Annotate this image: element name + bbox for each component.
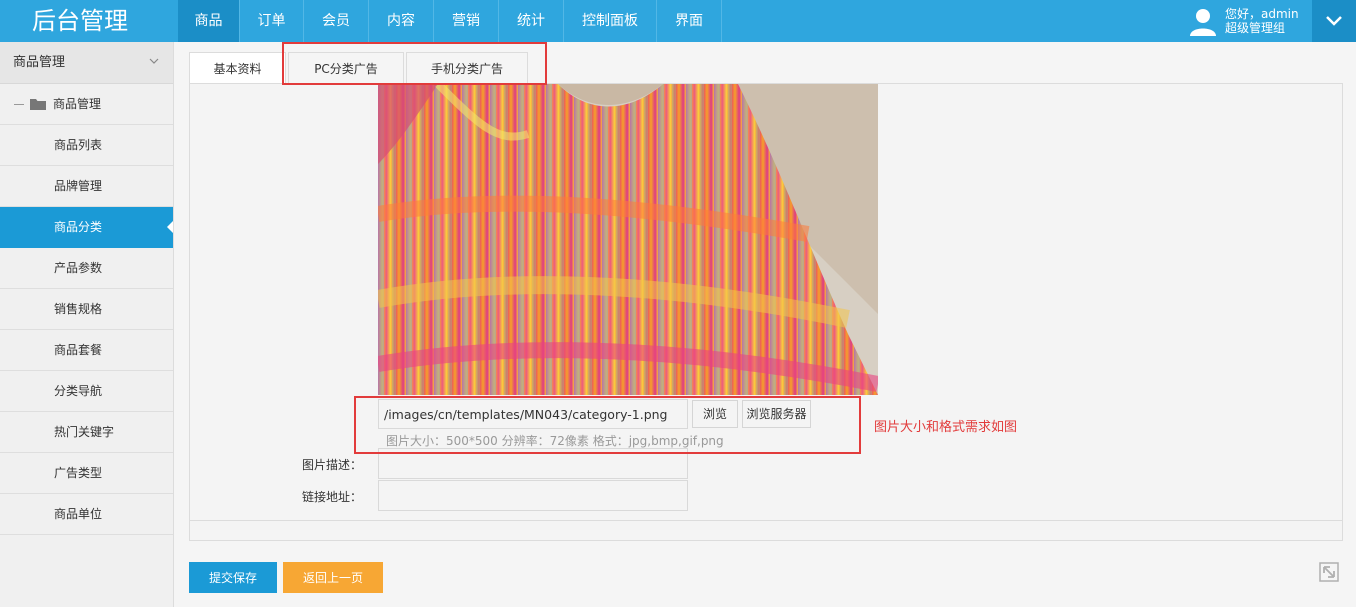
sidebar-item-specs[interactable]: 销售规格 [0, 289, 173, 330]
sidebar-item-label: 分类导航 [54, 384, 103, 398]
browse-button[interactable]: 浏览 [692, 400, 738, 428]
back-button[interactable]: 返回上一页 [283, 562, 383, 593]
sidebar-item-units[interactable]: 商品单位 [0, 494, 173, 535]
panel-footer [190, 520, 1342, 540]
sidebar-group-label: 商品管理 [53, 96, 102, 111]
sidebar-header[interactable]: 商品管理 [0, 42, 173, 84]
main-nav: 商品 订单 会员 内容 营销 统计 控制面板 界面 [178, 0, 722, 42]
active-notch [167, 221, 173, 233]
sidebar-item-label: 产品参数 [54, 261, 103, 275]
sidebar-item-label: 商品分类 [54, 220, 103, 234]
user-avatar-icon [1190, 9, 1216, 36]
tab-bar: 基本资料 PC分类广告 手机分类广告 [189, 52, 530, 84]
sidebar-header-label: 商品管理 [13, 55, 66, 70]
sidebar-item-label: 销售规格 [54, 302, 103, 316]
collapse-dash-icon [14, 103, 24, 105]
image-size-hint: 图片大小：500*500 分辨率：72像素 格式：jpg,bmp,gif,png [386, 434, 724, 448]
nav-item-content[interactable]: 内容 [369, 0, 434, 42]
image-description-label: 图片描述： [302, 458, 363, 472]
sidebar-item-parameters[interactable]: 产品参数 [0, 248, 173, 289]
sidebar-item-label: 商品单位 [54, 507, 103, 521]
user-role: 超级管理组 [1225, 21, 1286, 35]
link-url-input[interactable] [378, 480, 688, 511]
main-content: 基本资料 PC分类广告 手机分类广告 /images/cn/templates/… [174, 42, 1356, 607]
browse-server-button[interactable]: 浏览服务器 [742, 400, 811, 428]
submit-save-button[interactable]: 提交保存 [189, 562, 277, 593]
app-logo: 后台管理 [32, 7, 128, 35]
sidebar-item-ad-types[interactable]: 广告类型 [0, 453, 173, 494]
dress-photo-image [378, 84, 878, 395]
category-image-preview [378, 84, 878, 395]
sidebar-item-label: 热门关键字 [54, 425, 115, 439]
nav-item-marketing[interactable]: 营销 [434, 0, 499, 42]
image-description-input[interactable] [378, 448, 688, 479]
tab-pc-category-ad[interactable]: PC分类广告 [288, 52, 404, 84]
user-info[interactable]: 您好，admin 超级管理组 [1188, 5, 1299, 37]
link-url-label: 链接地址： [302, 490, 363, 504]
nav-item-statistics[interactable]: 统计 [499, 0, 564, 42]
sidebar-item-brands[interactable]: 品牌管理 [0, 166, 173, 207]
sidebar-item-category-nav[interactable]: 分类导航 [0, 371, 173, 412]
sidebar-group-products[interactable]: 商品管理 [0, 84, 173, 125]
sidebar: 商品管理 商品管理 商品列表 品牌管理 商品分类 产品参数 销售规格 商品套餐 … [0, 42, 174, 607]
nav-item-orders[interactable]: 订单 [240, 0, 304, 42]
chevron-down-icon [1326, 16, 1342, 26]
nav-item-members[interactable]: 会员 [304, 0, 369, 42]
top-bar: 后台管理 商品 订单 会员 内容 营销 统计 控制面板 界面 您好，admin … [0, 0, 1356, 42]
resize-corner-icon[interactable] [1318, 561, 1340, 583]
sidebar-item-label: 品牌管理 [54, 179, 103, 193]
annotation-note: 图片大小和格式需求如图 [874, 420, 1018, 435]
chevron-down-icon [149, 58, 159, 64]
user-greeting: 您好，admin [1225, 7, 1299, 21]
sidebar-item-label: 商品列表 [54, 138, 103, 152]
nav-item-control-panel[interactable]: 控制面板 [564, 0, 657, 42]
image-path-input[interactable] [378, 399, 688, 429]
nav-item-products[interactable]: 商品 [178, 0, 240, 42]
tab-basic-info[interactable]: 基本资料 [189, 52, 286, 84]
sidebar-item-product-list[interactable]: 商品列表 [0, 125, 173, 166]
nav-item-interface[interactable]: 界面 [657, 0, 722, 42]
sidebar-item-label: 广告类型 [54, 466, 103, 480]
form-panel: 浏览 浏览服务器 图片大小：500*500 分辨率：72像素 格式：jpg,bm… [189, 83, 1343, 541]
sidebar-item-bundles[interactable]: 商品套餐 [0, 330, 173, 371]
user-dropdown-button[interactable] [1312, 0, 1356, 42]
sidebar-item-label: 商品套餐 [54, 343, 103, 357]
sidebar-item-categories[interactable]: 商品分类 [0, 207, 173, 248]
sidebar-item-hot-keywords[interactable]: 热门关键字 [0, 412, 173, 453]
tab-mobile-category-ad[interactable]: 手机分类广告 [406, 52, 528, 84]
folder-icon [30, 99, 46, 110]
